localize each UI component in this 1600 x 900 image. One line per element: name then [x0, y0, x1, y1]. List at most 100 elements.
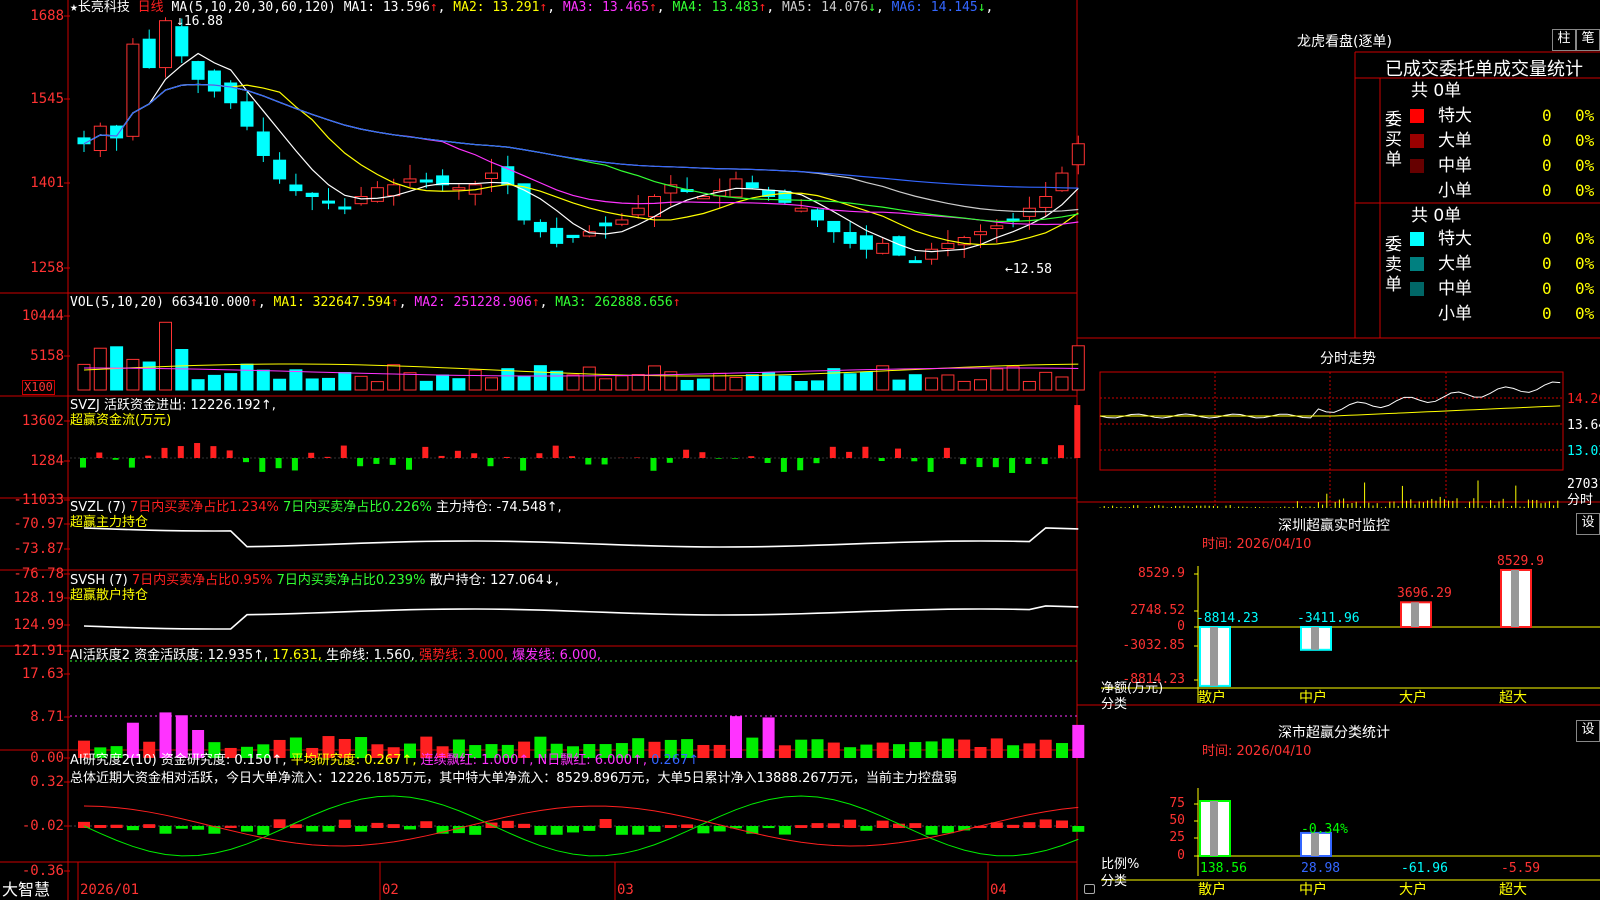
- svzj-bar: [373, 458, 380, 464]
- candle-body: [745, 182, 759, 189]
- sell_rows-swatch-3: [1410, 307, 1424, 321]
- ai-research-bar: [306, 826, 319, 832]
- sz-monitor-settings-button[interactable]: 设: [1576, 513, 1600, 535]
- ai-research-bar: [175, 826, 188, 829]
- svzj-bar: [487, 458, 494, 467]
- sz-monitor-value-1: -3411.96: [1297, 611, 1360, 626]
- sz-class-cat-3: 超大: [1499, 882, 1527, 898]
- svzj-bar: [585, 458, 592, 465]
- candle-body: [207, 70, 221, 92]
- kline-tick-3: 1258: [30, 260, 64, 276]
- candle-body: [827, 220, 841, 233]
- volume-ma3: MA3: 262888.656: [555, 295, 673, 310]
- svsh-line: [83, 605, 1079, 630]
- sell-total: 共 0单: [1411, 206, 1462, 226]
- ai-research-bar: [257, 826, 270, 835]
- ai-active-bar: [713, 744, 726, 758]
- candle-body: [599, 222, 613, 227]
- ai-research-bar: [762, 826, 775, 829]
- volume-bar: [452, 378, 466, 391]
- sz-monitor-value-0: -8814.23: [1196, 611, 1259, 626]
- sz-class-ytick-0: 75: [1169, 796, 1185, 811]
- volume-bar: [615, 375, 629, 391]
- pen-mode-button[interactable]: 笔: [1576, 29, 1600, 51]
- svzj-bar: [406, 458, 412, 470]
- brand-logo: 大智慧: [2, 880, 51, 899]
- date-label-1: 02: [382, 882, 399, 898]
- buy_rows-count-2: 0: [1542, 156, 1552, 175]
- svzj-bar: [552, 445, 559, 458]
- ai-active-bar: [762, 717, 775, 758]
- sz-monitor-title: 深圳超赢实时监控: [1278, 518, 1390, 534]
- sz-class-ytick-3: 0: [1177, 848, 1185, 863]
- candle-body: [517, 183, 531, 221]
- volume-bar: [533, 365, 547, 391]
- ai-research-bar: [909, 823, 922, 828]
- sz-monitor-cat-0: 散户: [1198, 690, 1226, 706]
- ai-research-tick-0: 0.32: [30, 774, 64, 790]
- candle-body: [843, 232, 857, 244]
- date-label-2: 03: [617, 882, 634, 898]
- ai-research-bar: [322, 826, 335, 832]
- svzj-bar: [112, 458, 119, 460]
- fenshi-avg-line: [1100, 405, 1561, 417]
- svzj-bar: [226, 450, 233, 458]
- ma-value-5: MA5: 14.076: [782, 0, 869, 15]
- buy_rows-count-0: 0: [1542, 106, 1552, 125]
- buy_rows-label-2: 中单: [1438, 156, 1472, 176]
- ai-active-bar: [876, 742, 889, 758]
- ma-value-1: MA1: 13.596: [343, 0, 430, 15]
- volume-bar: [273, 378, 287, 391]
- buy_rows-swatch-0: [1410, 109, 1424, 123]
- volume-bar: [1006, 366, 1020, 391]
- svzj-bar: [194, 443, 201, 458]
- svzj-bar: [275, 458, 282, 469]
- ma3-line: [83, 83, 1079, 226]
- sz-monitor-cat-1: 中户: [1299, 690, 1327, 706]
- ma-arrow-6: ↓: [977, 0, 986, 15]
- ma-values: MA1: 13.596↑, MA2: 13.291↑, MA3: 13.465↑…: [343, 0, 994, 15]
- volume-bar: [387, 364, 401, 391]
- svzj-bar: [699, 452, 706, 458]
- longhu-subtitle: 已成交委托单成交量统计: [1385, 59, 1583, 80]
- ai-research-avg: 平均研究度: 0.267↑,: [290, 753, 417, 768]
- ai-research-bar: [697, 826, 710, 834]
- ai-research-bar: [925, 826, 938, 835]
- volume-bar: [599, 378, 613, 391]
- sz-class-settings-button[interactable]: 设: [1576, 720, 1600, 742]
- sz-class-xlabel: 分类: [1101, 874, 1128, 889]
- svzj-bar: [1025, 458, 1032, 464]
- volume-bar: [240, 363, 254, 391]
- ai-research-bar: [1056, 820, 1068, 828]
- ai-research-bar: [713, 826, 726, 832]
- candle-body: [794, 207, 808, 212]
- svzj-bar: [976, 458, 983, 468]
- ai-research-bar: [648, 826, 661, 832]
- ma5-line: [83, 83, 1079, 213]
- sz-monitor-ytick-2: 0: [1177, 619, 1185, 634]
- sz-monitor-bar-shade-3: [1511, 570, 1519, 627]
- ai-active-tick-1: 8.71: [30, 709, 64, 725]
- period-label[interactable]: 日线: [138, 0, 164, 15]
- ai-active-bar: [990, 738, 1003, 758]
- ma-arrow-2: ↑: [539, 0, 548, 15]
- ai-active-bar: [746, 737, 759, 758]
- svzj-bar: [389, 458, 396, 465]
- candle-body: [419, 179, 433, 183]
- volume-bar: [1039, 371, 1053, 391]
- column-mode-button[interactable]: 柱: [1552, 29, 1576, 51]
- volume-ma2: MA2: 251228.906: [414, 295, 532, 310]
- date-label-3: 04: [990, 882, 1007, 898]
- candle-body: [289, 184, 303, 192]
- svzj-bar: [243, 458, 249, 463]
- ai-research-bar: [126, 826, 139, 831]
- buy_rows-pct-0: 0%: [1575, 106, 1595, 125]
- svzj-bar: [862, 446, 869, 458]
- ai-research-bar: [387, 824, 400, 828]
- favorite-star-icon[interactable]: ★: [70, 0, 78, 15]
- svzj-bar: [96, 452, 103, 458]
- candle-body: [859, 235, 873, 250]
- low-price-label: ←12.58: [1005, 262, 1052, 277]
- lock-icon[interactable]: [1084, 884, 1095, 894]
- ai-research-bar: [241, 826, 253, 832]
